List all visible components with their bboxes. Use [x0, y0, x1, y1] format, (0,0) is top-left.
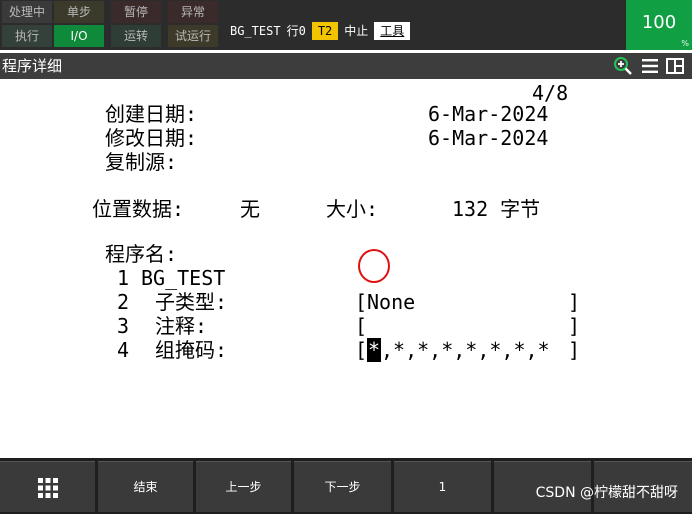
end-button[interactable]: 结束 [98, 461, 193, 512]
position-data-value: 无 [240, 197, 260, 221]
lamp-step: 单步 [54, 1, 104, 23]
group-mask-cursor[interactable]: * [367, 338, 381, 362]
row-number: 2 [117, 290, 130, 314]
bracket-open: [ [355, 314, 368, 338]
previous-button[interactable]: 上一步 [196, 461, 291, 512]
override-unit: % [681, 39, 689, 48]
zoom-in-icon[interactable] [613, 56, 633, 76]
status-line: BG_TEST 行0 T2 中止 工具 [230, 22, 416, 40]
next-button[interactable]: 下一步 [294, 461, 391, 512]
lamp-fault: 异常 [168, 1, 218, 23]
sub-type-label: 子类型: [155, 290, 228, 314]
page-title: 程序详细 [2, 57, 63, 75]
override-value: 100 [641, 12, 677, 33]
lamp-io: I/O [54, 25, 104, 47]
main-menu-button[interactable] [0, 461, 95, 512]
size-value: 132 字节 [452, 197, 541, 221]
run-state: 中止 [344, 24, 369, 38]
current-program: BG_TEST [230, 24, 281, 38]
lamp-dry-run: 试运行 [168, 25, 218, 47]
page-button[interactable]: 1 [394, 461, 491, 512]
size-label: 大小: [326, 197, 379, 221]
group-mask-field[interactable]: [ *,*,*,*,*,*,*,* ] [355, 338, 580, 362]
sub-type-value: None [367, 290, 416, 314]
group-mask-values: *,*,*,*,*,*,*,* [367, 338, 550, 362]
row-number: 1 [117, 266, 130, 290]
row-number: 3 [117, 314, 130, 338]
comment-field[interactable]: [ ] [355, 314, 580, 338]
program-detail-panel: 4/8 创建日期: 6-Mar-2024 修改日期: 6-Mar-2024 复制… [0, 80, 692, 458]
watermark: CSDN @柠檬甜不甜呀 [535, 485, 678, 501]
program-name-label: 程序名: [105, 242, 178, 266]
sub-type-field[interactable]: [ None ] [355, 290, 580, 314]
row-number: 4 [117, 338, 130, 362]
position-data-label: 位置数据: [92, 197, 185, 221]
frame-badge[interactable]: 工具 [374, 22, 411, 40]
program-name-value[interactable]: BG_TEST [141, 266, 225, 290]
annotation-circle [358, 249, 390, 283]
bracket-close: ] [567, 290, 580, 314]
lamp-run: 执行 [2, 25, 52, 47]
lamp-hold: 暂停 [111, 1, 161, 23]
lamp-motion: 运转 [111, 25, 161, 47]
lamp-processing: 处理中 [2, 1, 52, 23]
created-date-label: 创建日期: [105, 102, 198, 126]
group-mask-label: 组掩码: [155, 338, 228, 362]
bracket-open: [ [355, 338, 368, 362]
bracket-close: ] [567, 338, 580, 362]
copy-source-label: 复制源: [105, 150, 178, 174]
grid-icon [37, 477, 58, 498]
bracket-open: [ [355, 290, 368, 314]
modified-date-label: 修改日期: [105, 126, 198, 150]
bracket-close: ] [567, 314, 580, 338]
group-mask-rest[interactable]: ,*,*,*,*,*,*,* [381, 338, 550, 362]
split-view-icon[interactable] [665, 56, 685, 76]
created-date-value: 6-Mar-2024 [428, 102, 549, 126]
mode-badge: T2 [311, 22, 339, 40]
title-bar: 程序详细 [0, 53, 692, 79]
current-line: 行0 [286, 24, 306, 38]
status-bar: 处理中 单步 暂停 异常 执行 I/O 运转 试运行 BG_TEST 行0 T2 中止… [0, 0, 692, 50]
comment-label: 注释: [155, 314, 208, 338]
modified-date-value: 6-Mar-2024 [428, 126, 549, 150]
speed-override[interactable]: 100 % [626, 0, 692, 50]
menu-icon[interactable] [640, 56, 660, 76]
